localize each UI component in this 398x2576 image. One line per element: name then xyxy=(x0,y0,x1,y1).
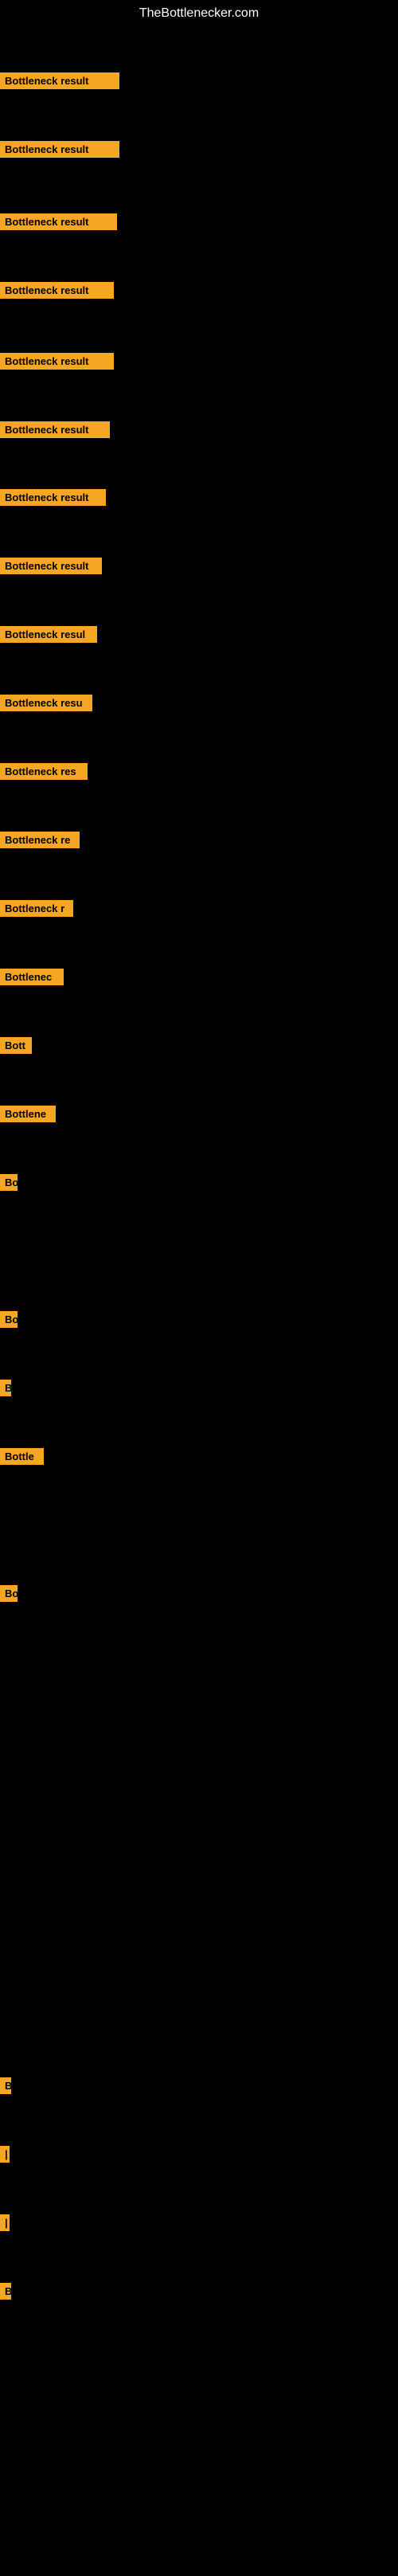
bottleneck-badge-row: Bo xyxy=(0,1585,18,1606)
bottleneck-badge[interactable]: Bottleneck r xyxy=(0,900,73,917)
bottleneck-badge[interactable]: Bottleneck result xyxy=(0,558,102,574)
bottleneck-badge[interactable]: Bott xyxy=(0,1037,32,1054)
bottleneck-badge-row: Bottleneck result xyxy=(0,141,119,162)
bottleneck-badge[interactable]: Bottleneck result xyxy=(0,421,110,438)
bottleneck-badge[interactable]: B xyxy=(0,2077,11,2094)
bottleneck-badge[interactable]: Bottleneck result xyxy=(0,489,106,506)
bottleneck-badge[interactable]: Bottleneck result xyxy=(0,213,117,230)
bottleneck-badge-row: Bott xyxy=(0,1037,32,1058)
bottleneck-badge-row: Bo xyxy=(0,1174,18,1195)
bottleneck-badge-row: Bottleneck resu xyxy=(0,695,92,715)
bottleneck-badge[interactable]: Bottleneck result xyxy=(0,141,119,158)
site-title: TheBottlenecker.com xyxy=(0,0,398,27)
bottleneck-badge-row: Bottleneck result xyxy=(0,72,119,93)
bottleneck-badge[interactable]: Bottleneck res xyxy=(0,763,88,780)
bottleneck-badge[interactable]: Bottleneck result xyxy=(0,353,114,370)
bottleneck-badge-row: Bottlene xyxy=(0,1106,56,1126)
bottleneck-badge-row: Bottleneck result xyxy=(0,421,110,442)
bottleneck-badge-row: Bottleneck result xyxy=(0,558,102,578)
bottleneck-badge-row: Bottlenec xyxy=(0,969,64,989)
bottleneck-badge-row: B xyxy=(0,2283,11,2304)
bottleneck-badge-row: Bottleneck result xyxy=(0,213,117,234)
bottleneck-badge[interactable]: Bo xyxy=(0,1311,18,1328)
bottleneck-badge[interactable]: B xyxy=(0,2283,11,2300)
bottleneck-badge-row: | xyxy=(0,2214,10,2235)
bottleneck-badge-row: Bottleneck result xyxy=(0,282,114,303)
bottleneck-badge-row: Bo xyxy=(0,1311,18,1332)
bottleneck-badge[interactable]: | xyxy=(0,2214,10,2231)
bottleneck-badge[interactable]: Bottleneck re xyxy=(0,832,80,848)
bottleneck-badge-row: Bottleneck result xyxy=(0,353,114,374)
bottleneck-badge[interactable]: | xyxy=(0,2146,10,2163)
bottleneck-badge[interactable]: Bottleneck result xyxy=(0,282,114,299)
bottleneck-badge[interactable]: Bottle xyxy=(0,1448,44,1465)
bottleneck-badge[interactable]: Bo xyxy=(0,1585,18,1602)
bottleneck-badge-row: Bottleneck res xyxy=(0,763,88,784)
bottleneck-badge[interactable]: Bo xyxy=(0,1174,18,1191)
bottleneck-badge-row: | xyxy=(0,2146,10,2167)
bottleneck-badge[interactable]: Bottleneck resu xyxy=(0,695,92,711)
bottleneck-badge[interactable]: Bottlenec xyxy=(0,969,64,985)
site-title-text: TheBottlenecker.com xyxy=(139,6,259,20)
bottleneck-badge-row: Bottle xyxy=(0,1448,44,1469)
bottleneck-badge-row: B xyxy=(0,2077,11,2098)
bottleneck-badge[interactable]: Bottleneck resul xyxy=(0,626,97,643)
bottleneck-badge-row: Bottleneck result xyxy=(0,489,106,510)
bottleneck-badge[interactable]: Bottlene xyxy=(0,1106,56,1122)
bottleneck-badge-row: Bottleneck resul xyxy=(0,626,97,647)
bottleneck-badge-row: Bottleneck r xyxy=(0,900,73,921)
bottleneck-badge-row: B xyxy=(0,1380,11,1400)
bottleneck-badge[interactable]: Bottleneck result xyxy=(0,72,119,89)
bottleneck-badge[interactable]: B xyxy=(0,1380,11,1396)
bottleneck-badge-row: Bottleneck re xyxy=(0,832,80,852)
